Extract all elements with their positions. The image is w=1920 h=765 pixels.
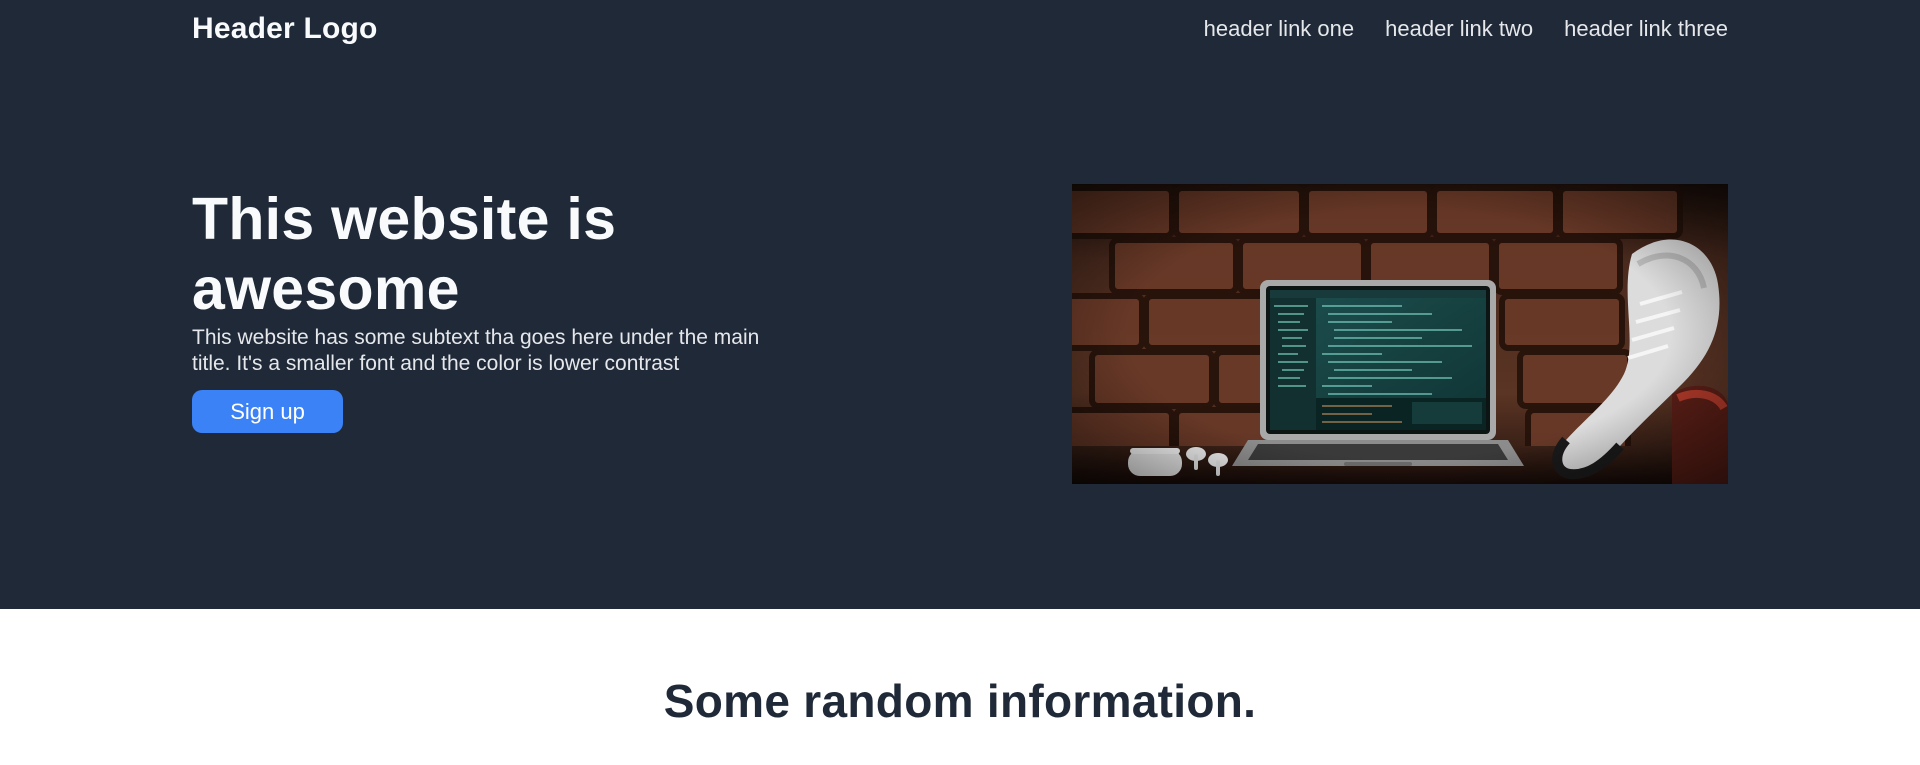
nav-link-two[interactable]: header link two <box>1385 16 1533 42</box>
site-header: Header Logo header link one header link … <box>192 0 1728 58</box>
header-logo[interactable]: Header Logo <box>192 12 378 46</box>
nav-link-three[interactable]: header link three <box>1564 16 1728 42</box>
hero-subtitle: This website has some subtext tha goes h… <box>192 326 760 375</box>
hero-section: Header Logo header link one header link … <box>0 0 1920 609</box>
laptop-photo-illustration <box>1072 184 1728 484</box>
header-nav: header link one header link two header l… <box>1204 16 1728 42</box>
info-title: Some random information. <box>663 675 1257 727</box>
sign-up-button[interactable]: Sign up <box>192 390 343 433</box>
info-section: Some random information. <box>0 609 1920 765</box>
hero-image <box>1072 184 1728 484</box>
nav-link-one[interactable]: header link one <box>1204 16 1354 42</box>
hero-title: This website is awesome <box>192 186 617 322</box>
hero-text-block: This website is awesome This website has… <box>192 184 812 433</box>
